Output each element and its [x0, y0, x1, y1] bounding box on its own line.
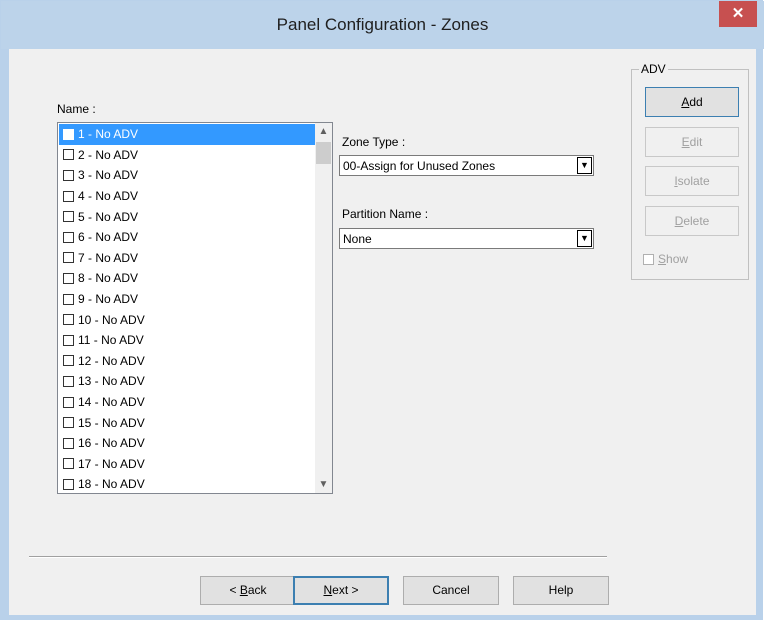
zone-checkbox[interactable] — [63, 293, 74, 305]
zone-checkbox[interactable] — [63, 252, 74, 264]
zone-list-item[interactable]: 13 - No ADV — [59, 371, 315, 392]
zone-list-item[interactable]: 2 - No ADV — [59, 145, 315, 166]
zone-checkbox[interactable] — [63, 417, 74, 429]
zone-list: 1 - No ADV 2 - No ADV 3 - No ADV 4 - No ADV… — [59, 124, 315, 493]
zone-label: 12 - No ADV — [78, 353, 145, 368]
zone-label: 7 - No ADV — [78, 250, 139, 265]
zone-list-item[interactable]: 1 - No ADV — [59, 124, 315, 145]
partition-name-value: None — [343, 232, 372, 246]
zone-label: 14 - No ADV — [78, 395, 145, 410]
zone-label: 10 - No ADV — [78, 312, 145, 327]
zone-list-item[interactable]: 3 - No ADV — [59, 165, 315, 186]
adv-group-label: ADV — [639, 62, 668, 76]
zone-label: 9 - No ADV — [78, 292, 139, 307]
zone-checkbox[interactable] — [63, 334, 74, 346]
zone-label: 18 - No ADV — [78, 477, 145, 492]
zone-label: 3 - No ADV — [78, 168, 139, 183]
zone-listbox[interactable]: 1 - No ADV 2 - No ADV 3 - No ADV 4 - No ADV… — [57, 122, 333, 494]
scroll-thumb[interactable] — [316, 142, 331, 164]
isolate-button[interactable]: Isolate — [645, 166, 739, 196]
dropdown-arrow-icon[interactable]: ▼ — [577, 157, 592, 174]
partition-name-label: Partition Name : — [342, 207, 429, 221]
zone-checkbox[interactable] — [63, 355, 74, 367]
zone-label: 6 - No ADV — [78, 230, 139, 245]
name-label: Name : — [57, 102, 96, 116]
vertical-scrollbar[interactable]: ▲ ▼ — [315, 123, 332, 493]
back-button[interactable]: < Back — [200, 576, 296, 605]
zone-label: 15 - No ADV — [78, 415, 145, 430]
zone-checkbox[interactable] — [63, 169, 74, 181]
zone-checkbox[interactable] — [63, 128, 74, 140]
zone-type-value: 00-Assign for Unused Zones — [343, 159, 496, 173]
zone-label: 11 - No ADV — [78, 333, 144, 348]
zone-checkbox[interactable] — [63, 314, 74, 326]
zone-list-item[interactable]: 12 - No ADV — [59, 351, 315, 372]
window-title: Panel Configuration - Zones — [276, 15, 489, 34]
zone-list-item[interactable]: 9 - No ADV — [59, 289, 315, 310]
zone-label: 8 - No ADV — [78, 271, 139, 286]
dialog-client-area: Name : 1 - No ADV 2 - No ADV 3 - No ADV 4 -… — [9, 49, 756, 615]
zone-label: 17 - No ADV — [78, 456, 145, 471]
zone-list-item[interactable]: 14 - No ADV — [59, 392, 315, 413]
footer-separator — [29, 556, 607, 558]
title-bar[interactable]: Panel Configuration - Zones ✕ — [1, 1, 764, 49]
zone-checkbox[interactable] — [63, 458, 74, 470]
zone-list-item[interactable]: 15 - No ADV — [59, 412, 315, 433]
zone-label: 5 - No ADV — [78, 209, 139, 224]
zone-label: 4 - No ADV — [78, 189, 139, 204]
zone-list-item[interactable]: 4 - No ADV — [59, 186, 315, 207]
zone-type-label: Zone Type : — [342, 135, 406, 149]
zone-checkbox[interactable] — [63, 272, 74, 284]
show-checkbox-row[interactable]: Show — [643, 252, 688, 266]
zone-checkbox[interactable] — [63, 478, 74, 490]
zone-label: 1 - No ADV — [78, 127, 139, 142]
zone-list-item[interactable]: 11 - No ADV — [59, 330, 315, 351]
zone-label: 16 - No ADV — [78, 436, 145, 451]
zone-checkbox[interactable] — [63, 437, 74, 449]
close-button[interactable]: ✕ — [719, 1, 757, 27]
dialog-window: Panel Configuration - Zones ✕ Name : 1 -… — [0, 0, 764, 620]
zone-checkbox[interactable] — [63, 190, 74, 202]
zone-list-item[interactable]: 8 - No ADV — [59, 268, 315, 289]
zone-list-item[interactable]: 17 - No ADV — [59, 454, 315, 475]
chevron-up-icon[interactable]: ▲ — [315, 123, 332, 140]
zone-checkbox[interactable] — [63, 375, 74, 387]
zone-list-item[interactable]: 18 - No ADV — [59, 474, 315, 493]
zone-list-item[interactable]: 16 - No ADV — [59, 433, 315, 454]
zone-label: 2 - No ADV — [78, 147, 139, 162]
add-button[interactable]: Add — [645, 87, 739, 117]
chevron-down-icon[interactable]: ▼ — [315, 476, 332, 493]
show-label: Show — [658, 252, 689, 266]
zone-list-item[interactable]: 6 - No ADV — [59, 227, 315, 248]
zone-list-item[interactable]: 7 - No ADV — [59, 248, 315, 269]
zone-checkbox[interactable] — [63, 211, 74, 223]
zone-list-item[interactable]: 5 - No ADV — [59, 206, 315, 227]
delete-button[interactable]: Delete — [645, 206, 739, 236]
dropdown-arrow-icon[interactable]: ▼ — [577, 230, 592, 247]
show-checkbox[interactable] — [643, 253, 654, 265]
zone-list-item[interactable]: 10 - No ADV — [59, 309, 315, 330]
zone-checkbox[interactable] — [63, 149, 74, 161]
zone-checkbox[interactable] — [63, 396, 74, 408]
zone-checkbox[interactable] — [63, 231, 74, 243]
cancel-button[interactable]: Cancel — [403, 576, 499, 605]
partition-name-dropdown[interactable]: None ▼ — [339, 228, 594, 249]
edit-button[interactable]: Edit — [645, 127, 739, 157]
next-button[interactable]: Next > — [293, 576, 389, 605]
help-button[interactable]: Help — [513, 576, 609, 605]
zone-type-dropdown[interactable]: 00-Assign for Unused Zones ▼ — [339, 155, 594, 176]
zone-label: 13 - No ADV — [78, 374, 145, 389]
